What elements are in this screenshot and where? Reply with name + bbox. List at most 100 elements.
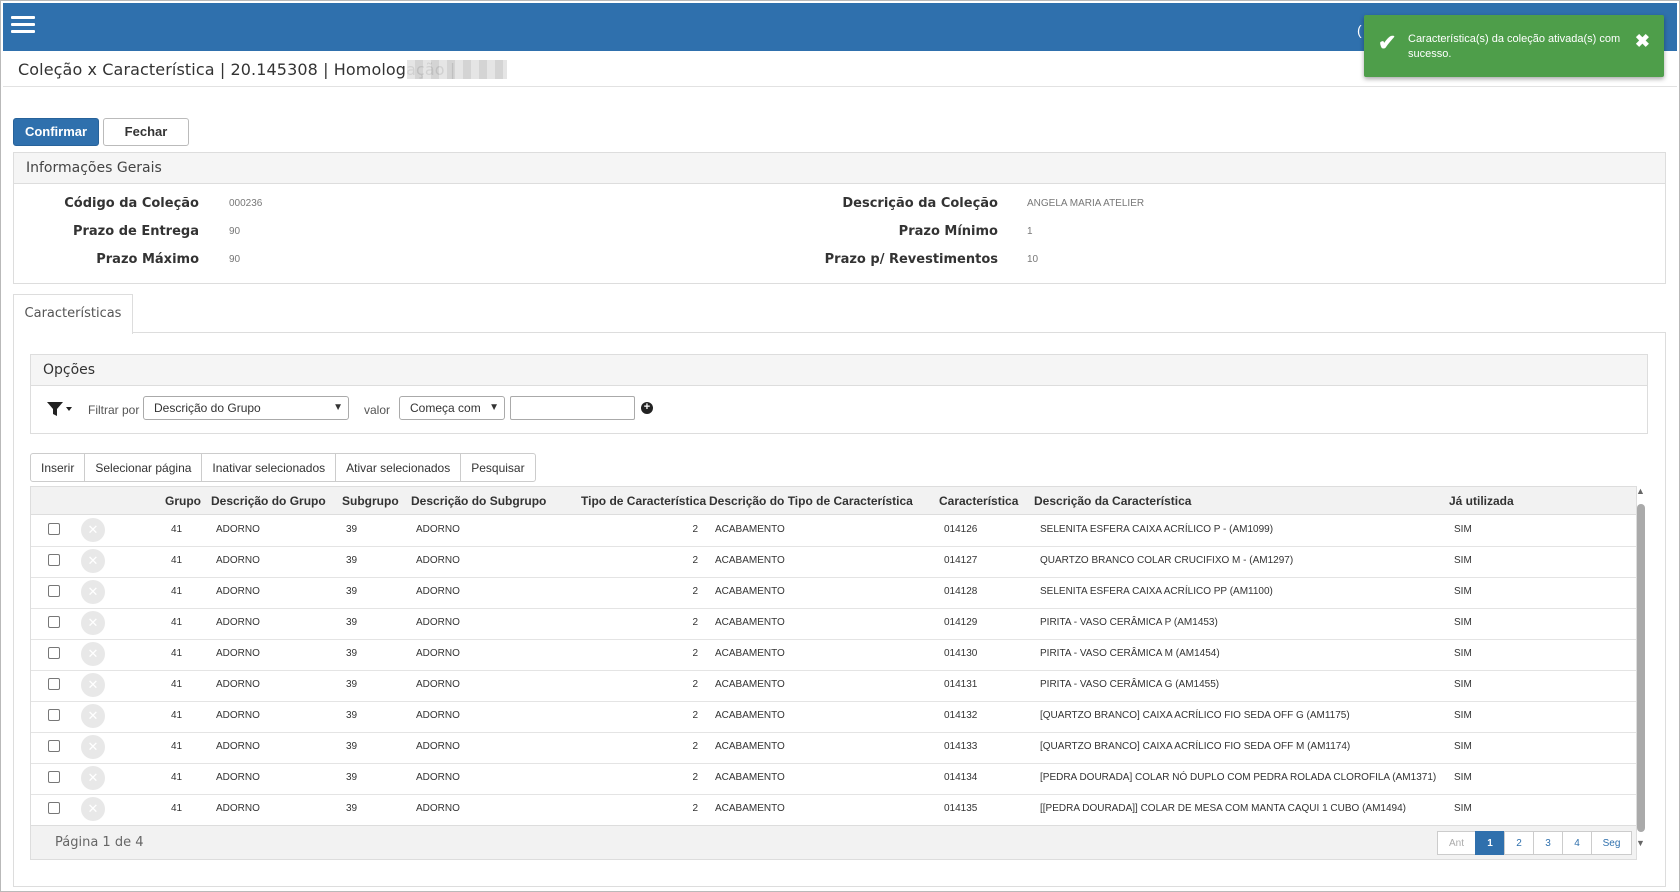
- table-cell: 2: [692, 772, 698, 783]
- col-type-description[interactable]: Descrição do Tipo de Característica: [709, 494, 913, 508]
- page-1-button[interactable]: 1: [1475, 831, 1505, 855]
- table-cell: ADORNO: [416, 803, 460, 814]
- page-2-button[interactable]: 2: [1504, 831, 1534, 855]
- row-checkbox[interactable]: [48, 678, 60, 690]
- table-cell: ACABAMENTO: [715, 586, 785, 597]
- col-subgroup-description[interactable]: Descrição do Subgrupo: [411, 494, 546, 508]
- remove-icon[interactable]: ✕: [81, 580, 105, 604]
- remove-icon[interactable]: ✕: [81, 766, 105, 790]
- remove-icon[interactable]: ✕: [81, 642, 105, 666]
- table-row[interactable]: ✕ 41 ADORNO 39 ADORNO 2 ACABAMENTO 014129 PIRITA…: [31, 608, 1636, 640]
- deactivate-selected-button[interactable]: Inativar selecionados: [201, 453, 337, 482]
- table-row[interactable]: ✕ 41 ADORNO 39 ADORNO 2 ACABAMENTO 014128 SELENI…: [31, 577, 1636, 609]
- action-toolbar: Inserir Selecionar página Inativar selec…: [30, 453, 536, 482]
- col-characteristic[interactable]: Característica: [939, 494, 1018, 508]
- table-row[interactable]: ✕ 41 ADORNO 39 ADORNO 2 ACABAMENTO 014130 PIRITA…: [31, 639, 1636, 671]
- table-cell: 39: [346, 617, 358, 628]
- value-collection-description: ANGELA MARIA ATELIER: [1027, 198, 1145, 209]
- col-characteristic-type[interactable]: Tipo de Característica: [581, 494, 706, 508]
- table-cell: SIM: [1454, 710, 1472, 721]
- row-checkbox[interactable]: [48, 709, 60, 721]
- col-already-used[interactable]: Já utilizada: [1449, 494, 1514, 508]
- col-group-description[interactable]: Descrição do Grupo: [211, 494, 326, 508]
- panel-heading: Informações Gerais: [14, 153, 1665, 184]
- table-cell: ADORNO: [216, 679, 260, 690]
- page-3-button[interactable]: 3: [1533, 831, 1563, 855]
- remove-icon[interactable]: ✕: [81, 673, 105, 697]
- vertical-scrollbar[interactable]: ▲ ▼: [1635, 486, 1647, 858]
- table-row[interactable]: ✕ 41 ADORNO 39 ADORNO 2 ACABAMENTO 014133 [QUART…: [31, 732, 1636, 764]
- table-cell: 2: [692, 803, 698, 814]
- menu-icon[interactable]: [11, 16, 35, 36]
- select-page-button[interactable]: Selecionar página: [84, 453, 203, 482]
- row-checkbox[interactable]: [48, 771, 60, 783]
- tab-characteristics[interactable]: Características: [13, 294, 133, 334]
- filter-by-label: Filtrar por: [88, 403, 140, 417]
- row-checkbox[interactable]: [48, 616, 60, 628]
- table-cell: 41: [171, 617, 183, 628]
- row-checkbox[interactable]: [48, 647, 60, 659]
- close-icon[interactable]: ✖: [1635, 31, 1650, 52]
- table-cell: ADORNO: [416, 679, 460, 690]
- table-cell: 39: [346, 710, 358, 721]
- table-row[interactable]: ✕ 41 ADORNO 39 ADORNO 2 ACABAMENTO 014134 [PEDRA…: [31, 763, 1636, 795]
- table-row[interactable]: ✕ 41 ADORNO 39 ADORNO 2 ACABAMENTO 014126 SELENI…: [31, 515, 1636, 547]
- col-characteristic-description[interactable]: Descrição da Característica: [1034, 494, 1191, 508]
- label-collection-description: Descrição da Coleção: [842, 196, 998, 211]
- table-cell: 2: [692, 617, 698, 628]
- table-cell: SIM: [1454, 741, 1472, 752]
- table-cell: 39: [346, 524, 358, 535]
- label-max-term: Prazo Máximo: [96, 252, 199, 267]
- row-checkbox[interactable]: [48, 585, 60, 597]
- confirm-button[interactable]: Confirmar: [13, 118, 99, 146]
- add-filter-icon[interactable]: +: [641, 402, 653, 414]
- insert-button[interactable]: Inserir: [30, 453, 86, 482]
- remove-icon[interactable]: ✕: [81, 735, 105, 759]
- table-cell: [QUARTZO BRANCO] CAIXA ACRÍLICO FIO SEDA…: [1040, 710, 1350, 721]
- scrollbar-thumb[interactable]: [1637, 504, 1645, 832]
- row-checkbox[interactable]: [48, 740, 60, 752]
- col-subgroup[interactable]: Subgrupo: [342, 494, 399, 508]
- page-4-button[interactable]: 4: [1562, 831, 1592, 855]
- table-cell: SELENITA ESFERA CAIXA ACRÍLICO PP (AM110…: [1040, 586, 1273, 597]
- row-checkbox[interactable]: [48, 523, 60, 535]
- remove-icon[interactable]: ✕: [81, 518, 105, 542]
- table-cell: ACABAMENTO: [715, 524, 785, 535]
- activate-selected-button[interactable]: Ativar selecionados: [335, 453, 462, 482]
- next-page-button[interactable]: Seg: [1591, 831, 1632, 855]
- table-row[interactable]: ✕ 41 ADORNO 39 ADORNO 2 ACABAMENTO 014127 QUARTZ…: [31, 546, 1636, 578]
- characteristics-table: Grupo Descrição do Grupo Subgrupo Descri…: [30, 486, 1637, 860]
- table-cell: ADORNO: [416, 617, 460, 628]
- table-cell: 2: [692, 555, 698, 566]
- scroll-up-icon[interactable]: ▲: [1636, 486, 1645, 496]
- table-cell: 39: [346, 555, 358, 566]
- prev-page-button[interactable]: Ant: [1437, 831, 1476, 855]
- filter-value-input[interactable]: [510, 396, 635, 420]
- table-cell: 014132: [944, 710, 978, 721]
- operator-select[interactable]: Começa com ▼: [399, 396, 505, 420]
- table-cell: 014133: [944, 741, 978, 752]
- search-button[interactable]: Pesquisar: [460, 453, 536, 482]
- table-cell: ACABAMENTO: [715, 617, 785, 628]
- table-row[interactable]: ✕ 41 ADORNO 39 ADORNO 2 ACABAMENTO 014132 [QUART…: [31, 701, 1636, 733]
- table-row[interactable]: ✕ 41 ADORNO 39 ADORNO 2 ACABAMENTO 014135 [[PEDR…: [31, 794, 1636, 826]
- table-cell: ADORNO: [416, 648, 460, 659]
- remove-icon[interactable]: ✕: [81, 549, 105, 573]
- row-checkbox[interactable]: [48, 554, 60, 566]
- remove-icon[interactable]: ✕: [81, 611, 105, 635]
- close-button[interactable]: Fechar: [103, 118, 189, 146]
- scroll-down-icon[interactable]: ▼: [1636, 838, 1645, 848]
- filter-field-select[interactable]: Descrição do Grupo ▼: [143, 396, 349, 420]
- table-cell: SIM: [1454, 648, 1472, 659]
- table-cell: ACABAMENTO: [715, 555, 785, 566]
- table-row[interactable]: ✕ 41 ADORNO 39 ADORNO 2 ACABAMENTO 014131 PIRITA…: [31, 670, 1636, 702]
- table-cell: 41: [171, 648, 183, 659]
- table-cell: 41: [171, 586, 183, 597]
- remove-icon[interactable]: ✕: [81, 704, 105, 728]
- remove-icon[interactable]: ✕: [81, 797, 105, 821]
- row-checkbox[interactable]: [48, 802, 60, 814]
- table-cell: ADORNO: [416, 741, 460, 752]
- col-group[interactable]: Grupo: [165, 494, 201, 508]
- filter-icon[interactable]: [47, 402, 73, 416]
- table-cell: ADORNO: [216, 710, 260, 721]
